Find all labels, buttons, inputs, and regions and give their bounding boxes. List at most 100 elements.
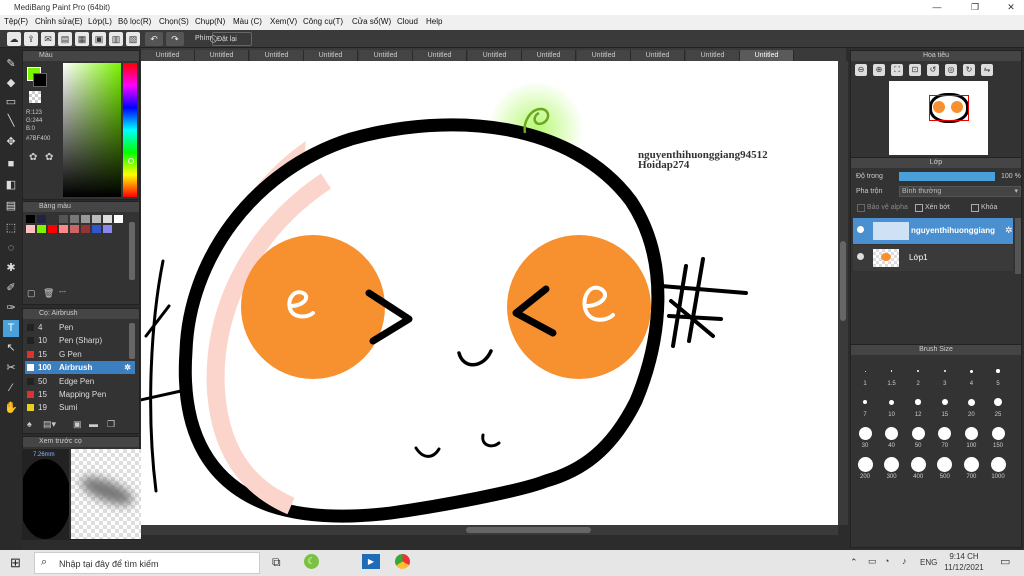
close-button[interactable]: ✕ [1004,2,1018,13]
tab-untitled-2[interactable]: Untitled [195,50,249,61]
chrome-icon[interactable] [395,554,410,569]
media-player-icon[interactable]: ▶ [362,554,380,569]
tab-untitled-3[interactable]: Untitled [250,50,304,61]
new-file-icon[interactable]: ▤ [58,32,72,46]
alpha-protect-checkbox[interactable] [857,204,865,212]
zoom-in-icon[interactable]: ⊕ [873,64,885,76]
fit-screen-icon[interactable]: ⛶ [891,64,903,76]
redo-icon[interactable]: ↷ [166,32,184,46]
layer-row-layer1[interactable]: Lớp1 [853,245,1013,271]
brush-item[interactable]: 4 Pen [25,321,135,334]
eyedropper-tool-icon[interactable]: ⁄ [3,380,19,397]
zoom-out-icon[interactable]: ⊖ [855,64,867,76]
brush-size-dot[interactable] [969,369,973,373]
horizontal-scrollbar[interactable] [141,525,838,535]
fill-rect-tool-icon[interactable]: ■ [3,156,19,173]
palette-scrollbar[interactable] [129,222,135,280]
chevron-up-icon[interactable]: ⌃ [850,557,858,568]
language-indicator[interactable]: ENG [920,558,937,567]
tab-untitled-6[interactable]: Untitled [413,50,467,61]
brush-item[interactable]: 19 Sumi [25,401,135,414]
brush-tool-icon[interactable]: ✎ [3,56,19,73]
magic-wand-tool-icon[interactable]: ✱ [3,260,19,277]
divide-tool-icon[interactable]: ✂ [3,360,19,377]
menu-help[interactable]: Help [426,17,442,26]
layer-row-text[interactable]: nguyenthihuonggiang ✲ [853,218,1013,244]
brush-size-dot[interactable] [858,426,872,440]
view-rectangle[interactable] [929,95,969,121]
add-swatch-icon[interactable]: ▢ [27,288,36,299]
tab-untitled-8[interactable]: Untitled [522,50,576,61]
palette-swatch[interactable] [92,215,101,223]
palette-swatch[interactable] [114,215,123,223]
operation-tool-icon[interactable]: ↖ [3,340,19,357]
chat-icon[interactable]: ✉ [41,32,55,46]
hue-slider[interactable] [123,63,137,197]
add-brush-icon[interactable]: ♠ [27,419,32,429]
navigator-thumbnail[interactable] [889,81,988,155]
gear-icon[interactable]: ✲ [1005,225,1013,236]
brush-size-dot[interactable] [884,456,900,472]
eyedrop-color-icon[interactable]: ✿ [45,152,53,163]
lock-checkbox[interactable] [971,204,979,212]
brush-size-dot[interactable] [890,370,893,372]
palette-swatch[interactable] [81,225,90,233]
menu-capture[interactable]: Chụp(N) [195,17,225,26]
menu-view[interactable]: Xem(V) [270,17,297,26]
line-tool-icon[interactable]: ╲ [3,113,19,130]
visibility-icon[interactable] [857,253,864,260]
brush-menu-icon[interactable]: ▤▾ [43,419,56,430]
cloud-icon[interactable]: ☁ [7,32,21,46]
brush-copy-icon[interactable]: ❐ [107,419,115,430]
actual-size-icon[interactable]: ⊡ [909,64,921,76]
palette-swatch[interactable] [70,215,79,223]
layer-scrollbar[interactable] [1015,218,1021,274]
windows-start-icon[interactable]: ⊞ [10,555,21,571]
palette-swatch[interactable] [26,225,35,233]
brush-item[interactable]: 100 Airbrush ✲ [25,361,135,375]
brush-size-dot[interactable] [990,456,1006,472]
brush-settings-icon[interactable]: ▣ [73,419,82,430]
save-icon[interactable]: ▣ [92,32,106,46]
menu-tools[interactable]: Công cụ(T) [303,17,343,26]
palette-swatch[interactable] [92,225,101,233]
brush-size-dot[interactable] [964,426,978,440]
palette-swatch[interactable] [70,225,79,233]
tab-untitled-9[interactable]: Untitled [577,50,631,61]
transparent-swatch[interactable] [29,91,41,103]
brush-size-dot[interactable] [915,399,921,405]
menu-cloud[interactable]: Cloud [397,17,418,26]
hue-handle[interactable] [128,158,134,164]
grid-icon[interactable]: ▥ [109,32,123,46]
maximize-button[interactable]: ❐ [968,2,982,13]
palette-swatch[interactable] [48,215,57,223]
brush-size-dot[interactable] [941,399,948,405]
menu-filter[interactable]: Bộ lọc(R) [118,17,151,26]
brush-size-dot[interactable] [857,456,873,472]
palette-swatch[interactable] [37,215,46,223]
palette-swatch[interactable] [37,225,46,233]
palette-swatch[interactable] [103,225,112,233]
tab-untitled-11[interactable]: Untitled [686,50,740,61]
palette-swatch[interactable] [59,215,68,223]
tab-untitled-1[interactable]: Untitled [141,50,195,61]
visibility-icon[interactable] [857,226,864,233]
brush-size-dot[interactable] [963,456,979,472]
vertical-scroll-thumb[interactable] [840,241,846,321]
clock-time[interactable]: 9:14 CH [946,552,982,561]
menu-edit[interactable]: Chỉnh sửa(E) [35,17,83,26]
brush-size-dot[interactable] [938,426,952,440]
minimize-button[interactable]: — [930,2,944,12]
move-tool-icon[interactable]: ✥ [3,134,19,151]
tab-untitled-7[interactable]: Untitled [468,50,522,61]
brush-size-dot[interactable] [991,426,1005,440]
export-icon[interactable]: ▧ [126,32,140,46]
menu-select[interactable]: Chọn(S) [159,17,189,26]
select-eraser-icon[interactable]: ✑ [3,300,19,317]
brush-size-dot[interactable] [994,398,1002,406]
blend-mode-select[interactable]: Bình thường ▾ [899,186,1021,197]
menu-file[interactable]: Tệp(F) [4,17,28,26]
brush-size-dot[interactable] [863,400,867,404]
volume-icon[interactable]: ♪ [902,556,907,566]
rotate-left-icon[interactable]: ↺ [927,64,939,76]
